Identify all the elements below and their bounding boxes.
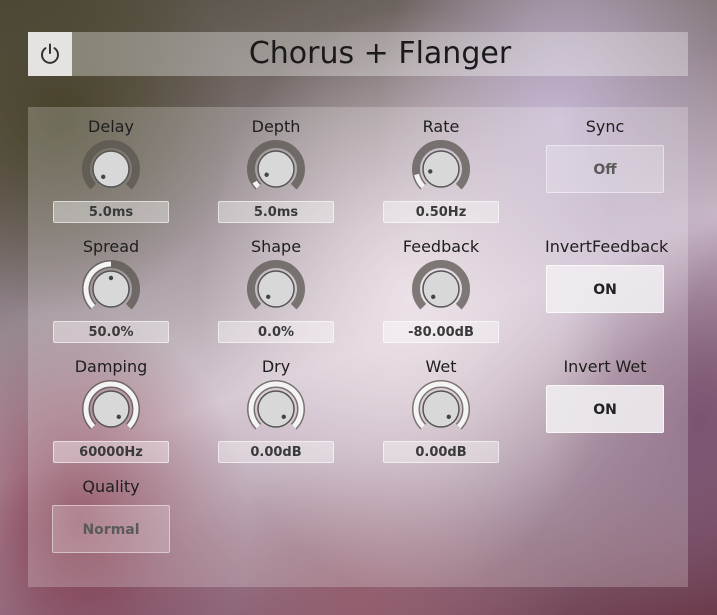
delay-control: Delay 5.0ms: [51, 117, 171, 223]
knob-value-arc: [252, 180, 261, 189]
delay-value[interactable]: 5.0ms: [53, 201, 169, 223]
shape-label: Shape: [250, 237, 302, 256]
knob-body: [422, 270, 460, 308]
sync-label: Sync: [585, 117, 625, 136]
feedback-label: Feedback: [402, 237, 480, 256]
sync-toggle[interactable]: Off: [546, 145, 664, 193]
knob-indicator: [108, 275, 114, 281]
damping-label: Damping: [74, 357, 148, 376]
rate-control: Rate 0.50Hz: [381, 117, 501, 223]
power-icon: [41, 43, 59, 64]
dry-value[interactable]: 0.00dB: [218, 441, 334, 463]
feedback-value[interactable]: -80.00dB: [383, 321, 499, 343]
invert-feedback-control: InvertFeedback ON: [545, 237, 669, 313]
knob-body: [92, 150, 130, 188]
quality-control: Quality Normal: [51, 477, 171, 553]
controls-panel: Delay 5.0ms Depth 5.0ms Rate 0.50Hz Sync…: [28, 107, 688, 587]
quality-select[interactable]: Normal: [52, 505, 170, 553]
shape-value[interactable]: 0.0%: [218, 321, 334, 343]
feedback-knob[interactable]: [411, 259, 471, 319]
wet-value[interactable]: 0.00dB: [383, 441, 499, 463]
spread-knob[interactable]: [81, 259, 141, 319]
knob-indicator: [281, 414, 286, 419]
knob-indicator: [428, 169, 433, 174]
plugin-title: Chorus + Flanger: [248, 36, 512, 71]
depth-knob[interactable]: [246, 139, 306, 199]
knob-indicator: [446, 414, 451, 419]
knob-body: [422, 390, 460, 428]
invert-wet-control: Invert Wet ON: [545, 357, 665, 433]
knob-body: [257, 390, 295, 428]
knob-body: [422, 150, 460, 188]
damping-knob[interactable]: [81, 379, 141, 439]
knob-indicator: [264, 172, 269, 177]
wet-control: Wet 0.00dB: [381, 357, 501, 463]
depth-label: Depth: [251, 117, 301, 136]
sync-control: Sync Off: [545, 117, 665, 193]
shape-control: Shape 0.0%: [216, 237, 336, 343]
knob-body: [257, 150, 295, 188]
rate-label: Rate: [422, 117, 460, 136]
invert-wet-toggle[interactable]: ON: [546, 385, 664, 433]
knob-indicator: [116, 414, 121, 419]
knob-indicator: [431, 294, 436, 299]
spread-value[interactable]: 50.0%: [53, 321, 169, 343]
invert-feedback-toggle[interactable]: ON: [546, 265, 664, 313]
dry-label: Dry: [261, 357, 291, 376]
damping-control: Damping 60000Hz: [51, 357, 171, 463]
invert-feedback-label: InvertFeedback: [545, 237, 669, 256]
rate-knob[interactable]: [411, 139, 471, 199]
title-bar: Chorus + Flanger: [28, 32, 688, 76]
dry-knob[interactable]: [246, 379, 306, 439]
feedback-control: Feedback -80.00dB: [381, 237, 501, 343]
spread-control: Spread 50.0%: [51, 237, 171, 343]
delay-label: Delay: [88, 117, 134, 136]
shape-knob[interactable]: [246, 259, 306, 319]
wet-label: Wet: [425, 357, 457, 376]
spread-label: Spread: [82, 237, 140, 256]
wet-knob[interactable]: [411, 379, 471, 439]
quality-label: Quality: [82, 477, 140, 496]
dry-control: Dry 0.00dB: [216, 357, 336, 463]
delay-knob[interactable]: [81, 139, 141, 199]
depth-control: Depth 5.0ms: [216, 117, 336, 223]
knob-body: [257, 270, 295, 308]
knob-indicator: [266, 294, 271, 299]
knob-indicator: [101, 174, 106, 179]
damping-value[interactable]: 60000Hz: [53, 441, 169, 463]
depth-value[interactable]: 5.0ms: [218, 201, 334, 223]
invert-wet-label: Invert Wet: [563, 357, 647, 376]
power-button[interactable]: [28, 32, 72, 76]
knob-body: [92, 390, 130, 428]
rate-value[interactable]: 0.50Hz: [383, 201, 499, 223]
